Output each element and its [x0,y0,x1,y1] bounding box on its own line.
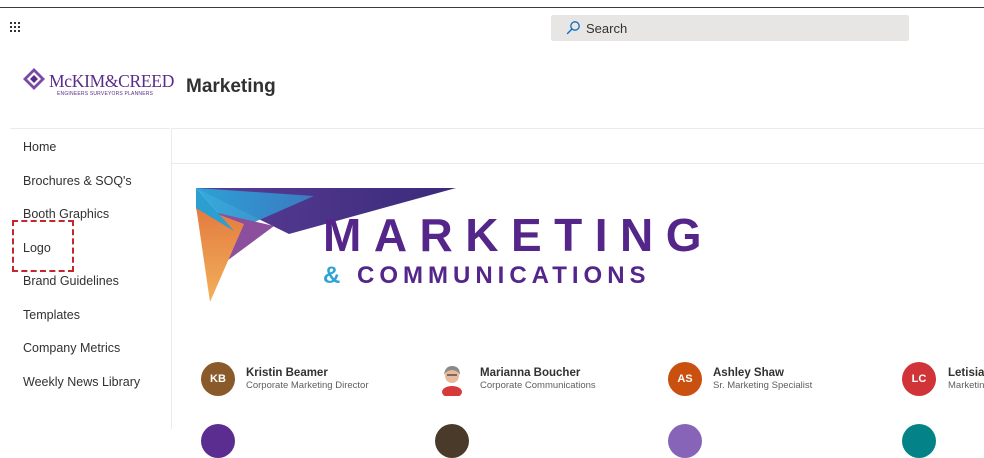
top-border [0,7,984,8]
avatar: LC [902,362,936,396]
avatar-partial[interactable] [201,424,235,458]
marketing-banner: MARKETING & COMMUNICATIONS [194,186,734,306]
avatar-partial[interactable] [668,424,702,458]
search-box[interactable] [551,15,909,41]
person-card[interactable]: AS Ashley Shaw Sr. Marketing Specialist [668,360,812,398]
banner-title: MARKETING [323,209,715,261]
person-card[interactable]: Marianna Boucher Corporate Communication… [435,360,596,398]
nav-item-brand-guidelines[interactable]: Brand Guidelines [23,270,119,292]
person-role: Sr. Marketing Specialist [713,380,813,391]
nav-item-templates[interactable]: Templates [23,304,80,326]
person-name: Marianna Boucher [480,367,581,379]
people-web-part: KB Kristin Beamer Corporate Marketing Di… [0,360,984,400]
nav-item-home[interactable]: Home [23,136,56,158]
nav-item-brochures[interactable]: Brochures & SOQ's [23,170,132,192]
nav-divider [10,128,170,129]
avatar-partial[interactable] [902,424,936,458]
person-role: Corporate Communications [480,380,596,391]
app-launcher-icon[interactable] [10,22,20,32]
banner-ampersand: & [323,262,346,289]
search-input[interactable] [586,20,886,36]
site-logo[interactable]: McKIM&CREED ENGINEERS SURVEYORS PLANNERS [22,67,192,113]
avatar-photo [435,362,469,396]
keyboard-focus-outline [12,220,74,272]
banner-subtitle-word: COMMUNICATIONS [357,262,651,289]
search-icon [566,21,580,35]
command-bar-bottom-border [172,163,984,164]
avatar: AS [668,362,702,396]
avatar: KB [201,362,235,396]
logo-wordmark: McKIM&CREED [49,71,175,91]
person-name: Ashley Shaw [713,367,784,379]
person-name: Letisia C [948,367,984,379]
person-card[interactable]: LC Letisia C Marketin [902,360,984,398]
person-name: Kristin Beamer [246,367,328,379]
avatar-partial[interactable] [435,424,469,458]
nav-item-company-metrics[interactable]: Company Metrics [23,337,120,359]
logo-tagline: ENGINEERS SURVEYORS PLANNERS [57,91,154,97]
person-card[interactable]: KB Kristin Beamer Corporate Marketing Di… [201,360,369,398]
person-role: Corporate Marketing Director [246,380,369,391]
site-title[interactable]: Marketing [186,76,276,98]
banner-subtitle: & COMMUNICATIONS [323,264,651,288]
person-role: Marketin [948,380,984,391]
diamond-logo-icon [23,68,45,90]
command-bar-top-border [172,128,984,129]
